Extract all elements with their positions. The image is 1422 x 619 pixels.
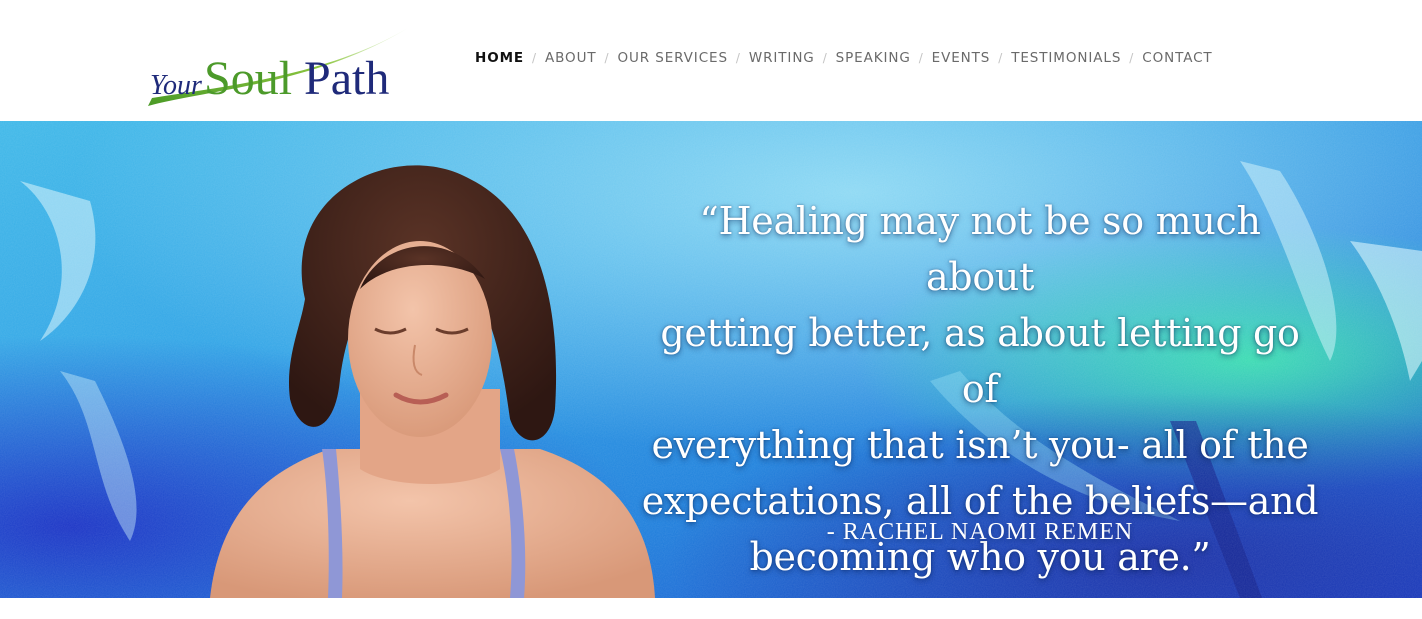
logo-path-text: Path: [304, 52, 389, 105]
nav-separator: /: [604, 51, 610, 65]
nav-separator: /: [998, 51, 1004, 65]
main-nav: HOME / ABOUT / OUR SERVICES / WRITING / …: [475, 50, 1213, 66]
quote-attribution: - RACHEL NAOMI REMEN: [826, 519, 1134, 545]
woman-portrait: [210, 165, 655, 598]
nav-home[interactable]: HOME: [475, 50, 524, 66]
nav-about[interactable]: ABOUT: [545, 50, 597, 66]
nav-speaking[interactable]: SPEAKING: [836, 50, 911, 66]
nav-separator: /: [822, 51, 828, 65]
page-content-start: [0, 598, 1422, 619]
nav-separator: /: [918, 51, 924, 65]
quote-line: everything that isn’t you- all of the: [651, 423, 1309, 467]
site-logo[interactable]: Your Soul Path: [146, 24, 410, 110]
logo-soul-text: Soul: [204, 52, 292, 105]
nav-testimonials[interactable]: TESTIMONIALS: [1011, 50, 1121, 66]
nav-writing[interactable]: WRITING: [749, 50, 815, 66]
nav-our-services[interactable]: OUR SERVICES: [617, 50, 727, 66]
nav-separator: /: [735, 51, 741, 65]
hero-banner: “Healing may not be so much about gettin…: [0, 121, 1422, 598]
nav-separator: /: [1129, 51, 1135, 65]
quote-line: getting better, as about letting go of: [660, 311, 1300, 411]
nav-separator: /: [532, 51, 537, 65]
logo-your-text: Your: [150, 70, 202, 101]
nav-contact[interactable]: CONTACT: [1142, 50, 1212, 66]
quote-line: “Healing may not be so much about: [699, 199, 1261, 299]
site-header: Your Soul Path HOME / ABOUT / OUR SERVIC…: [0, 0, 1422, 121]
nav-events[interactable]: EVENTS: [932, 50, 991, 66]
